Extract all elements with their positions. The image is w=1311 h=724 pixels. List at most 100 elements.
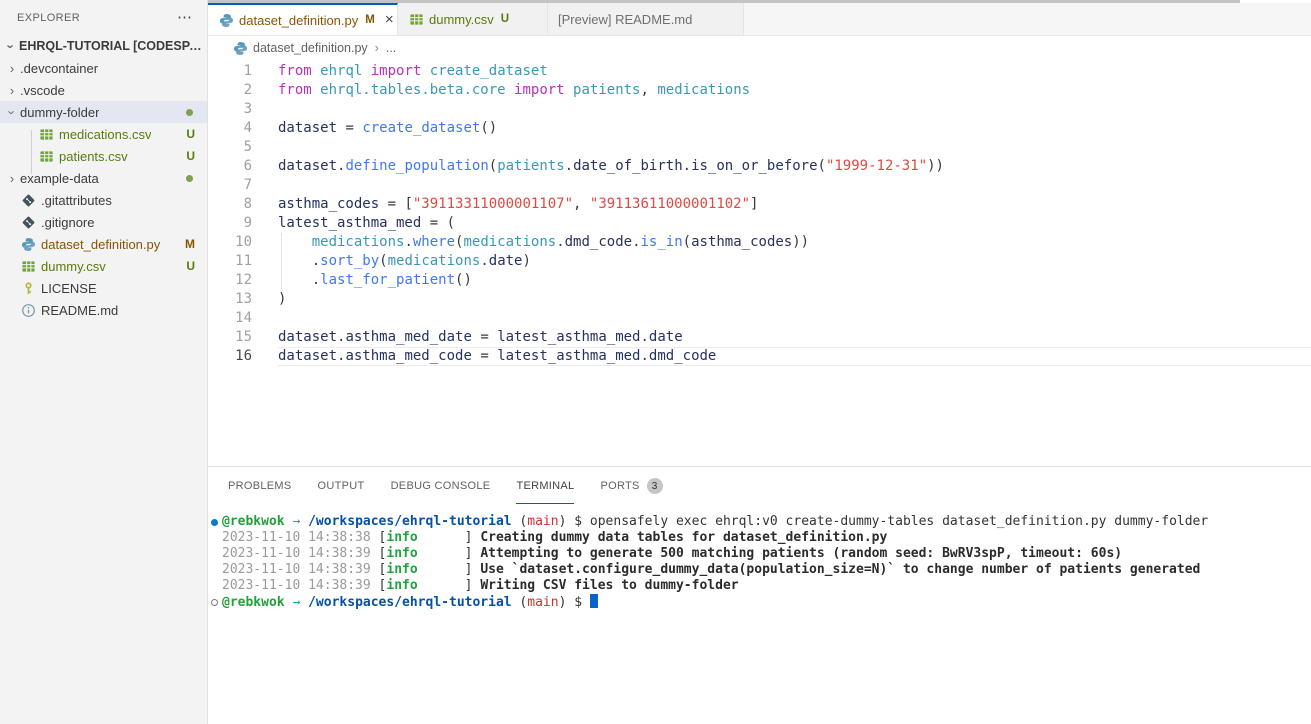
tree-item-dummy-csv[interactable]: dummy.csvU [0, 255, 207, 277]
tab-dummy-csv[interactable]: dummy.csvU [398, 3, 548, 35]
code-line: dataset. asthma_med_code = latest_asthma_… [278, 347, 944, 366]
line-number: 8 [208, 195, 252, 214]
line-number: 2 [208, 81, 252, 100]
code-token [312, 82, 320, 98]
terminal-text: ] [418, 546, 481, 561]
code-token: , [573, 196, 590, 212]
vscode-window: EXPLORER ⋯ › EHRQL-TUTORIAL [CODESPACES:… [0, 0, 1311, 724]
terminal-text: main [527, 514, 558, 529]
line-number: 3 [208, 100, 252, 119]
code-token: where [413, 234, 455, 250]
code-token: asthma_codes [691, 234, 792, 250]
terminal[interactable]: @rebkwok → /workspaces/ehrql-tutorial (m… [208, 514, 1311, 610]
code-token: sort_by [320, 253, 379, 269]
terminal-text: main [527, 595, 558, 610]
terminal-text: 2023-11-10 14:38:39 [222, 578, 379, 593]
tree-item-label: dummy-folder [20, 105, 99, 120]
tree-item--devcontainer[interactable]: ›.devcontainer [0, 57, 207, 79]
code-token: dataset [278, 158, 337, 174]
code-token [362, 63, 370, 79]
tree-item-readme-md[interactable]: README.md [0, 299, 207, 321]
terminal-text: Use `dataset.configure_dummy_data(popula… [480, 562, 1200, 577]
code-line: medications.where(medications.dmd_code.i… [278, 233, 944, 252]
panel-tab-problems[interactable]: PROBLEMS [228, 467, 292, 504]
tab-dataset-definition-py[interactable]: dataset_definition.pyM× [208, 3, 398, 35]
command-decoration-icon[interactable] [211, 519, 218, 526]
code-token: date [489, 253, 523, 269]
code-token: dataset [278, 348, 337, 364]
panel-tab-terminal[interactable]: TERMINAL [516, 467, 574, 504]
terminal-text: ] [418, 562, 481, 577]
file-tree: ›.devcontainer›.vscode›dummy-foldermedic… [0, 57, 207, 321]
ports-count-badge: 3 [647, 478, 663, 494]
tree-item-label: patients.csv [59, 149, 128, 164]
panel-tab-output[interactable]: OUTPUT [318, 467, 365, 504]
workspace-root-item[interactable]: › EHRQL-TUTORIAL [CODESPACES:... [0, 35, 207, 57]
code-token: ( [683, 234, 691, 250]
line-number: 4 [208, 119, 252, 138]
code-token: "39113611000001102" [590, 196, 750, 212]
tree-item-label: .gitignore [41, 215, 94, 230]
code-token [421, 63, 429, 79]
terminal-text: info [386, 562, 417, 577]
panel-tab-ports[interactable]: PORTS 3 [600, 467, 662, 504]
code-token: . [683, 158, 691, 174]
code-line: dataset.define_population(patients.date_… [278, 157, 944, 176]
code-token: asthma_codes [278, 196, 379, 212]
code-line: dataset.asthma_med_date = latest_asthma_… [278, 328, 944, 347]
panel-tab-label: PORTS [600, 480, 639, 492]
terminal-line: 2023-11-10 14:38:38 [info ] Creating dum… [208, 530, 1311, 546]
tree-item-label: .devcontainer [20, 61, 98, 76]
license-file-icon [20, 280, 36, 296]
panel-tab-debug-console[interactable]: DEBUG CONSOLE [391, 467, 491, 504]
explorer-header: EXPLORER ⋯ [0, 0, 207, 35]
close-icon[interactable]: × [385, 14, 394, 26]
code-token: = [472, 329, 497, 345]
command-decoration-icon[interactable] [211, 599, 218, 606]
code-token: latest_asthma_med [497, 348, 640, 364]
code-token: ( [818, 158, 826, 174]
tree-item-dataset-definition-py[interactable]: dataset_definition.pyM [0, 233, 207, 255]
code-token: ehrql [320, 63, 362, 79]
tree-item--gitattributes[interactable]: .gitattributes [0, 189, 207, 211]
breadcrumb-more[interactable]: ... [386, 41, 396, 55]
code-editor[interactable]: 12345678910111213141516 from ehrql impor… [208, 60, 1311, 466]
code-token: date_of_birth [573, 158, 683, 174]
explorer-more-icon[interactable]: ⋯ [177, 13, 193, 23]
breadcrumb[interactable]: dataset_definition.py › ... [208, 36, 1311, 60]
terminal-text: @rebkwok [222, 514, 285, 529]
csv-file-icon [38, 148, 54, 164]
code-token: medications [312, 234, 405, 250]
terminal-line: 2023-11-10 14:38:39 [info ] Attempting t… [208, 546, 1311, 562]
tree-item--vscode[interactable]: ›.vscode [0, 79, 207, 101]
code-token: medications [388, 253, 481, 269]
code-token: . [565, 158, 573, 174]
code-token: = [472, 348, 497, 364]
changes-dot-badge [186, 109, 193, 116]
python-file-icon [218, 12, 234, 28]
git-status-badge: U [186, 149, 195, 163]
tree-item-dummy-folder[interactable]: ›dummy-folder [0, 101, 207, 123]
code-token: latest_asthma_med [278, 215, 421, 231]
tree-item--gitignore[interactable]: .gitignore [0, 211, 207, 233]
code-token: . [640, 348, 648, 364]
code-token: date [649, 329, 683, 345]
code-token: . [632, 234, 640, 250]
code-line: .sort_by(medications.date) [278, 252, 944, 271]
code-token: , [640, 82, 657, 98]
code-token: patients [497, 158, 564, 174]
git-file-icon [20, 192, 36, 208]
terminal-text: /workspaces/ehrql-tutorial [308, 514, 512, 529]
tree-item-label: README.md [41, 303, 118, 318]
code-content[interactable]: from ehrql import create_datasetfrom ehr… [278, 62, 944, 366]
code-token: dmd_code [649, 348, 716, 364]
terminal-text: info [386, 578, 417, 593]
code-token: is_on_or_before [691, 158, 817, 174]
code-token: ( [379, 253, 387, 269]
tree-item-license[interactable]: LICENSE [0, 277, 207, 299]
code-token: asthma_med_code [345, 348, 471, 364]
breadcrumb-file[interactable]: dataset_definition.py [253, 41, 368, 55]
workspace-root-label: EHRQL-TUTORIAL [CODESPACES:... [19, 39, 207, 53]
tab--preview-readme-md[interactable]: [Preview] README.md [548, 3, 744, 35]
terminal-text: Attempting to generate 500 matching pati… [480, 546, 1122, 561]
